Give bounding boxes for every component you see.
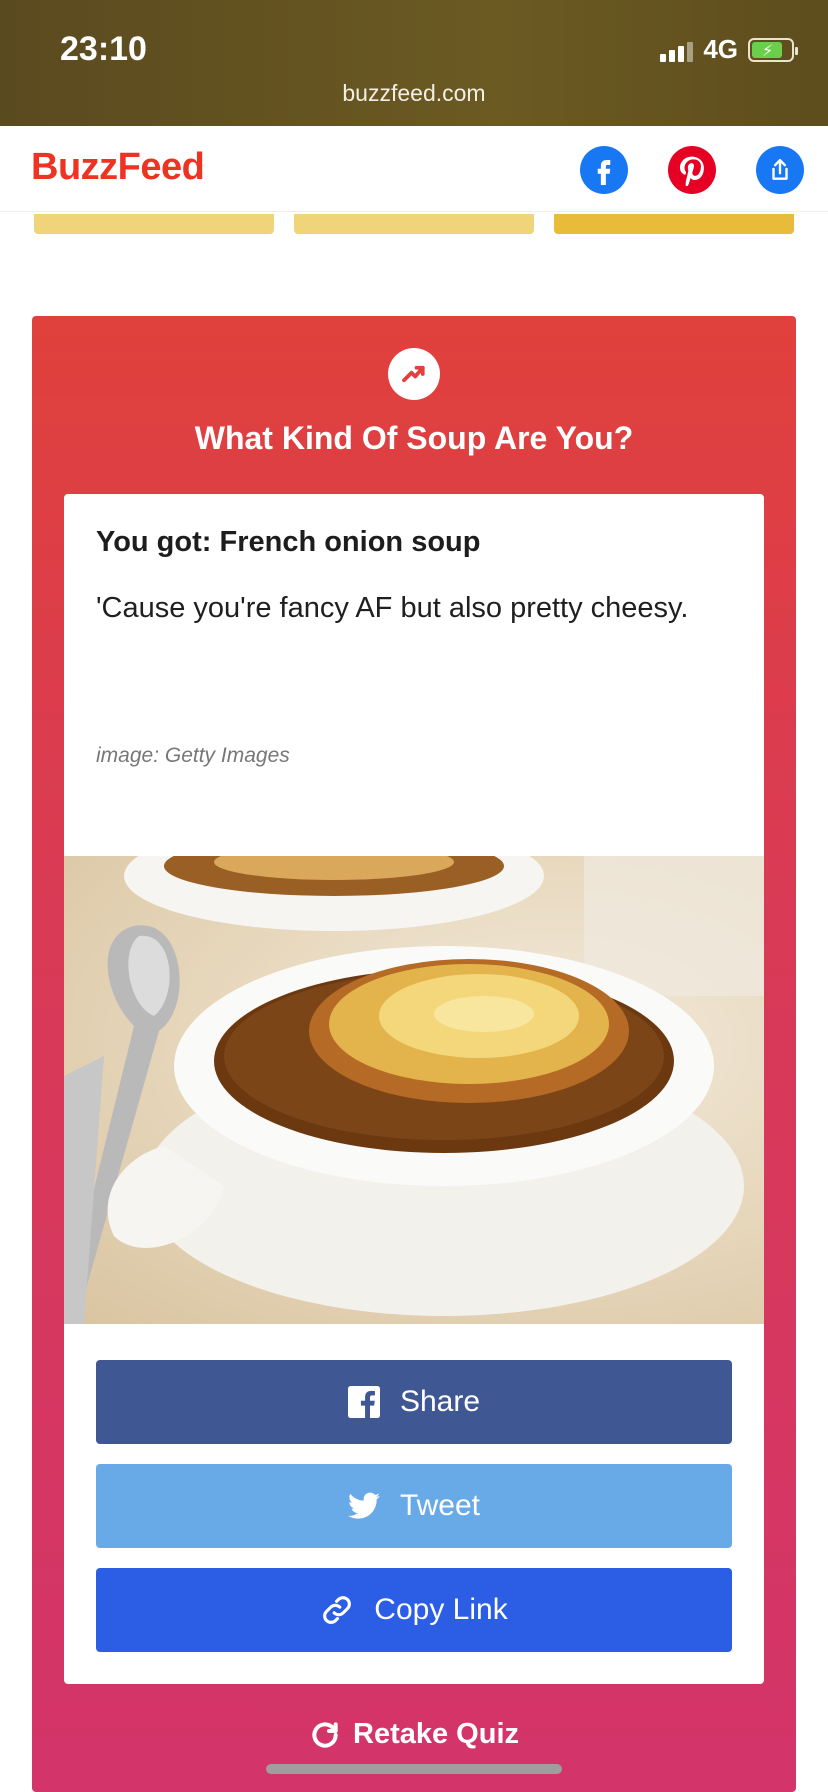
signal-icon — [660, 38, 694, 62]
quiz-nav-tab[interactable] — [554, 214, 794, 234]
result-card: You got: French onion soup 'Cause you're… — [64, 494, 764, 1684]
tweet-button[interactable]: Tweet — [96, 1464, 732, 1548]
status-indicators: 4G ⚡ — [660, 34, 798, 65]
share-label: Share — [399, 1385, 481, 1418]
copy-link-button[interactable]: Copy Link — [96, 1568, 732, 1652]
pinterest-icon[interactable] — [668, 146, 716, 194]
share-icon[interactable] — [756, 146, 804, 194]
facebook-icon — [347, 1386, 380, 1418]
facebook-icon[interactable] — [580, 146, 628, 194]
network-type: 4G — [703, 34, 738, 64]
buzzfeed-logo[interactable]: BuzzFeed — [31, 146, 205, 189]
quiz-nav-tab[interactable] — [294, 214, 534, 234]
home-indicator[interactable] — [266, 1764, 562, 1774]
tweet-label: Tweet — [399, 1489, 481, 1522]
quiz-nav-tab[interactable] — [34, 214, 274, 234]
clock: 23:10 — [60, 30, 147, 68]
quiz-result-panel: What Kind Of Soup Are You? You got: Fren… — [32, 316, 796, 1792]
link-icon — [323, 1596, 352, 1624]
twitter-icon — [347, 1492, 380, 1519]
refresh-icon — [312, 1721, 338, 1748]
image-credit: image: Getty Images — [96, 744, 290, 767]
retake-quiz-button[interactable]: Retake Quiz — [32, 1718, 796, 1751]
result-description: 'Cause you're fancy AF but also pretty c… — [96, 592, 689, 624]
battery-icon: ⚡ — [748, 37, 798, 62]
trending-icon — [388, 348, 440, 400]
result-heading: You got: French onion soup — [96, 526, 481, 558]
status-bar: 23:10 4G ⚡ buzzfeed.com — [0, 0, 828, 126]
site-header: BuzzFeed — [0, 126, 828, 212]
share-facebook-button[interactable]: Share — [96, 1360, 732, 1444]
retake-label: Retake Quiz — [353, 1718, 519, 1750]
result-image — [64, 856, 764, 1324]
copy-link-label: Copy Link — [374, 1593, 508, 1626]
quiz-title: What Kind Of Soup Are You? — [194, 420, 634, 456]
address-bar-url[interactable]: buzzfeed.com — [0, 80, 828, 107]
